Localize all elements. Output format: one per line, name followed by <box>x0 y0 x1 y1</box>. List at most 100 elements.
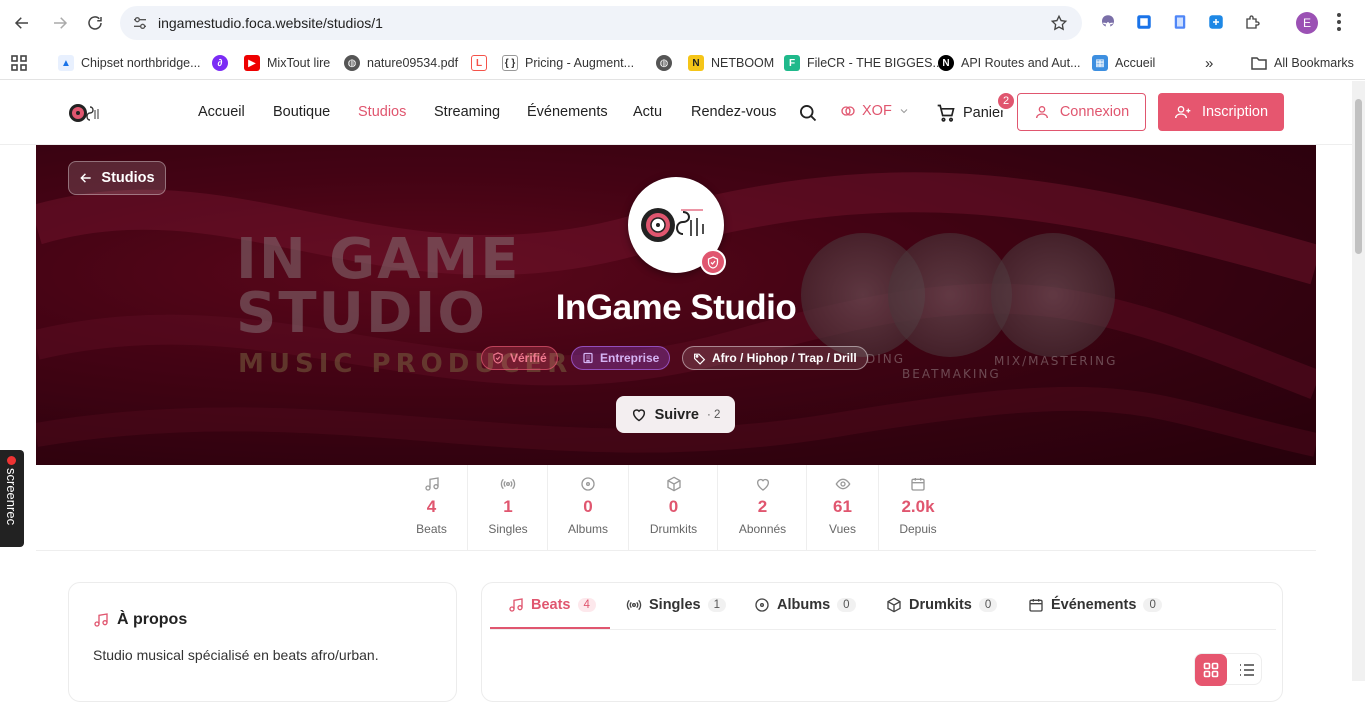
record-dot-icon <box>7 456 16 465</box>
music-note-icon <box>424 476 440 492</box>
browser-toolbar: ingamestudio.foca.website/studios/1 E <box>0 0 1365 46</box>
broadcast-icon <box>500 476 516 492</box>
tab-albums[interactable]: Albums 0 <box>754 597 856 613</box>
list-icon <box>1240 664 1254 676</box>
profile-avatar[interactable]: E <box>1296 12 1318 34</box>
extensions-puzzle-icon[interactable] <box>1243 12 1263 32</box>
bookmark-globe[interactable]: ◍ <box>656 53 672 73</box>
site-header: Accueil Boutique Studios Streaming Événe… <box>0 81 1352 145</box>
nav-actu[interactable]: Actu <box>633 104 662 120</box>
stat-followers[interactable]: 2 Abonnés <box>718 465 807 551</box>
bookmark-netboom[interactable]: N NETBOOM <box>688 53 774 73</box>
stat-singles[interactable]: 1 Singles <box>468 465 548 551</box>
bookmark-star-icon[interactable] <box>1050 14 1068 32</box>
about-heading: À propos <box>93 611 187 629</box>
tab-singles[interactable]: Singles 1 <box>626 597 726 613</box>
coins-icon <box>840 103 856 119</box>
netboom-icon: N <box>688 55 704 71</box>
bookmark-swirl[interactable]: ∂ <box>212 53 228 73</box>
screenrec-widget[interactable]: screenrec <box>0 450 24 547</box>
heart-icon <box>631 407 647 422</box>
laravel-icon: L <box>471 55 487 71</box>
circle-swirl-icon: ∂ <box>212 55 228 71</box>
extension-translate-icon[interactable] <box>1134 12 1154 32</box>
stat-albums[interactable]: 0 Albums <box>548 465 628 551</box>
currency-selector[interactable]: XOF <box>840 103 910 119</box>
globe-icon: ◍ <box>656 55 672 71</box>
bookmark-nature-pdf[interactable]: ◍ nature09534.pdf <box>344 53 458 73</box>
search-icon[interactable] <box>798 103 818 123</box>
back-to-studios-button[interactable]: Studios <box>68 161 166 195</box>
cart-button[interactable]: Panier <box>936 103 1005 123</box>
tab-drumkits[interactable]: Drumkits 0 <box>886 597 998 613</box>
disc-icon <box>754 597 770 613</box>
eye-icon <box>835 476 851 492</box>
page-scrollbar[interactable] <box>1352 81 1365 681</box>
reload-icon[interactable] <box>83 11 107 35</box>
nav-streaming[interactable]: Streaming <box>434 104 500 120</box>
tab-evenements[interactable]: Événements 0 <box>1028 597 1162 613</box>
nav-boutique[interactable]: Boutique <box>273 104 330 120</box>
grid-view-button[interactable] <box>1195 654 1227 686</box>
bookmark-chipset[interactable]: ▲ Chipset northbridge... <box>58 53 201 73</box>
folder-icon <box>1251 56 1267 70</box>
list-view-button[interactable] <box>1231 654 1263 686</box>
nav-rendez-vous[interactable]: Rendez-vous <box>691 104 776 120</box>
music-note-icon <box>508 597 524 613</box>
tab-beats[interactable]: Beats 4 <box>508 597 596 613</box>
back-arrow-icon[interactable] <box>10 11 34 35</box>
building-icon <box>582 352 594 364</box>
bookmark-api-routes[interactable]: N API Routes and Aut... <box>938 53 1081 73</box>
broadcast-icon <box>626 597 642 613</box>
bookmark-filecr[interactable]: F FileCR - THE BIGGES... <box>784 53 943 73</box>
bookmark-accueil[interactable]: ▦ Accueil <box>1092 53 1155 73</box>
menu-kebab-icon[interactable] <box>1336 12 1342 32</box>
site-settings-icon[interactable] <box>132 15 148 31</box>
extension-capture-icon[interactable] <box>1206 12 1226 32</box>
globe-icon: ◍ <box>344 55 360 71</box>
chart-icon: ▲ <box>58 55 74 71</box>
studio-name: InGame Studio <box>555 288 797 327</box>
follow-button[interactable]: Suivre · 2 <box>616 396 735 433</box>
shield-check-icon <box>492 352 504 364</box>
arrow-left-icon <box>79 171 93 185</box>
stat-beats[interactable]: 4 Beats <box>396 465 467 551</box>
nav-accueil[interactable]: Accueil <box>198 104 245 120</box>
bookmark-pricing[interactable]: { } Pricing - Augment... <box>502 53 634 73</box>
tag-icon <box>693 352 706 365</box>
stat-views[interactable]: 61 Vues <box>807 465 878 551</box>
address-bar[interactable]: ingamestudio.foca.website/studios/1 <box>120 6 1082 40</box>
disc-icon <box>580 476 596 492</box>
nextjs-icon: N <box>938 55 954 71</box>
scrollbar-thumb[interactable] <box>1355 99 1362 254</box>
youtube-icon: ▶ <box>244 55 260 71</box>
all-bookmarks[interactable]: All Bookmarks <box>1251 53 1354 73</box>
signup-button[interactable]: Inscription <box>1158 93 1284 131</box>
studio-stats: 4 Beats 1 Singles 0 Albums 0 Drumkits 2 … <box>36 465 1316 551</box>
nav-evenements[interactable]: Événements <box>527 104 608 120</box>
forward-arrow-icon[interactable] <box>48 11 72 35</box>
bookmark-mixtout[interactable]: ▶ MixTout lire <box>244 53 330 73</box>
user-icon <box>1034 104 1050 120</box>
company-badge: Entreprise <box>571 346 671 370</box>
login-button[interactable]: Connexion <box>1017 93 1146 131</box>
box-icon <box>886 597 902 613</box>
extension-doc-icon[interactable] <box>1170 12 1190 32</box>
nav-studios[interactable]: Studios <box>358 104 406 120</box>
extension-github-icon[interactable] <box>1098 12 1118 32</box>
bookmark-laravel[interactable]: L <box>471 53 487 73</box>
stat-drumkits[interactable]: 0 Drumkits <box>629 465 718 551</box>
calendar-icon <box>910 476 926 492</box>
about-text: Studio musical spécialisé en beats afro/… <box>93 647 379 663</box>
calendar-icon <box>1028 597 1044 613</box>
site-logo[interactable] <box>68 101 108 125</box>
bracket-icon: { } <box>502 55 518 71</box>
more-bookmarks-button[interactable]: » <box>1205 53 1213 73</box>
verified-badge: Vérifié <box>481 346 558 370</box>
accueil-icon: ▦ <box>1092 55 1108 71</box>
url-text: ingamestudio.foca.website/studios/1 <box>158 15 383 31</box>
stat-since[interactable]: 2.0k Depuis <box>879 465 957 551</box>
studio-hero-banner: IN GAME STUDIO MUSIC PRODUCER DING BEATM… <box>36 145 1316 465</box>
content-tabs-card: Beats 4 Singles 1 Albums 0 Drumkits 0 Év… <box>481 582 1283 702</box>
apps-grid-icon[interactable] <box>11 53 27 73</box>
